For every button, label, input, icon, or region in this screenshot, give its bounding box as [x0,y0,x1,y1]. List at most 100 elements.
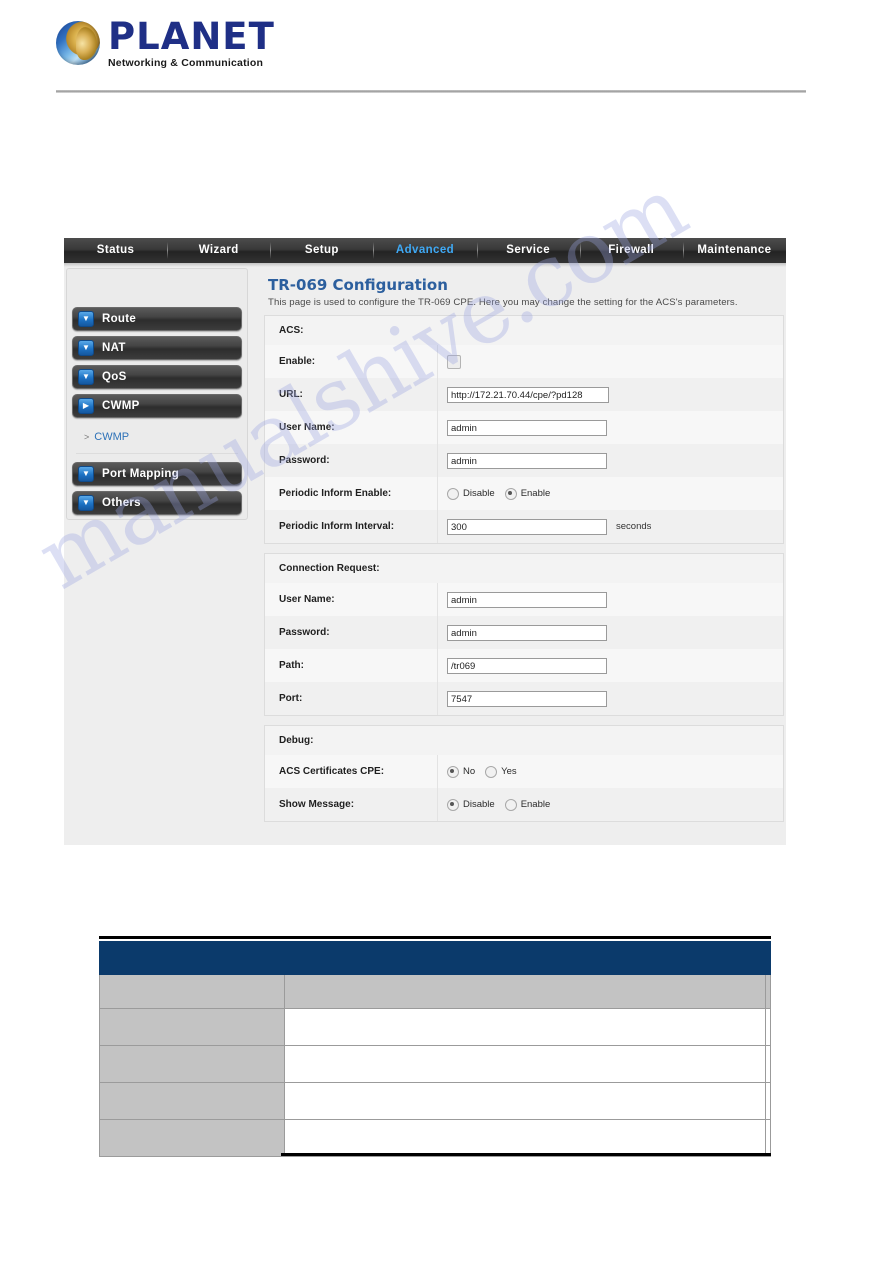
table-cell-label [99,1045,285,1083]
nav-tab-setup[interactable]: Setup [270,238,373,263]
radio-icon-selected[interactable] [504,487,517,500]
acs-group-label: ACS: [265,316,783,345]
brand-tagline: Networking & Communication [108,57,264,69]
acs-enable-checkbox[interactable] [447,354,461,369]
navbar-shadow [64,263,786,267]
logo-text: PLANET Networking & Communication [108,18,275,69]
table-header-cell-1 [99,941,285,975]
table-cell-edge [765,1082,771,1120]
acs-interval-input[interactable]: 300 [447,518,607,535]
sidebar-item-nat[interactable]: ▼ NAT [72,336,242,360]
acs-interval-unit: seconds [616,521,652,532]
radio-label: Disable [463,488,495,499]
debug-acs-cert-yes[interactable]: Yes [485,765,517,778]
table-row [99,1082,771,1120]
debug-acs-cert-no[interactable]: No [447,765,476,778]
table-cell-label [99,1008,285,1046]
globe-icon [56,21,100,66]
nav-tab-status[interactable]: Status [64,238,167,263]
sidebar-menu: ▼ Route ▼ NAT ▼ QoS ▶ CWMP > CWMP ▼ Port… [72,307,242,520]
cr-path-input[interactable]: /tr069 [447,657,607,674]
debug-acs-cert-radio-group[interactable]: No Yes [447,765,517,778]
sidebar: ▼ Route ▼ NAT ▼ QoS ▶ CWMP > CWMP ▼ Port… [66,268,248,520]
acs-url-label: URL: [279,389,303,400]
debug-show-message-radio-group[interactable]: Disable Enable [447,798,550,811]
table-header-cell-edge [765,941,771,975]
sidebar-subitem-cwmp[interactable]: > CWMP [72,423,242,451]
acs-url-row: URL: http://172.21.70.44/cpe/?pd128 [265,378,783,411]
radio-icon-selected[interactable] [447,765,459,778]
sidebar-item-port-mapping[interactable]: ▼ Port Mapping [72,462,242,486]
table-cell-value [284,1082,766,1120]
debug-show-message-enable[interactable]: Enable [504,798,550,811]
debug-show-message-row: Show Message: Disable Enable [265,788,783,821]
chevron-right-small-icon: > [84,432,90,442]
chevron-down-icon: ▼ [78,495,94,511]
cr-username-input[interactable]: admin [447,591,607,608]
chevron-right-icon: ▶ [78,398,94,414]
acs-username-label: User Name: [279,422,335,433]
nav-tab-maintenance[interactable]: Maintenance [682,238,786,263]
table-row [99,974,771,1009]
sidebar-item-cwmp[interactable]: ▶ CWMP [72,394,242,418]
radio-label: Disable [463,799,495,810]
acs-interval-label: Periodic Inform Interval: [279,521,395,532]
table-top-rule [99,936,771,939]
brand-name: PLANET [108,15,275,58]
acs-password-input[interactable]: admin [447,452,607,469]
acs-url-input[interactable]: http://172.21.70.44/cpe/?pd128 [447,386,609,403]
radio-icon[interactable] [447,487,459,500]
sidebar-subitem-label[interactable]: CWMP [94,431,129,443]
acs-periodic-inform-label: Periodic Inform Enable: [279,488,392,499]
acs-username-input[interactable]: admin [447,419,607,436]
cr-password-row: Password: admin [265,616,783,649]
chevron-down-icon: ▼ [78,340,94,356]
cr-password-input[interactable]: admin [447,624,607,641]
chevron-down-icon: ▼ [78,311,94,327]
sidebar-item-label: CWMP [102,400,140,412]
acs-periodic-inform-disable[interactable]: Disable [447,487,495,500]
radio-icon-selected[interactable] [447,798,459,811]
main-content: TR-069 Configuration This page is used t… [264,268,784,831]
debug-acs-cert-label: ACS Certificates CPE: [279,766,385,777]
connection-request-section: Connection Request: User Name: admin Pas… [264,553,784,716]
acs-enable-row: Enable: [265,345,783,378]
nav-tab-firewall[interactable]: Firewall [579,238,683,263]
radio-label: No [463,766,476,777]
table-cell-value [284,1119,766,1157]
radio-label: Yes [501,766,517,777]
cr-port-input[interactable]: 7547 [447,690,607,707]
sidebar-item-route[interactable]: ▼ Route [72,307,242,331]
acs-periodic-inform-row: Periodic Inform Enable: Disable Enable [265,477,783,510]
table-cell-value [284,1008,766,1046]
cr-path-row: Path: /tr069 [265,649,783,682]
table-cell-label [99,1119,285,1157]
nav-tab-wizard[interactable]: Wizard [167,238,270,263]
debug-show-message-disable[interactable]: Disable [447,798,495,811]
radio-icon[interactable] [485,765,498,778]
acs-periodic-inform-enable[interactable]: Enable [504,487,551,500]
nav-tab-service[interactable]: Service [476,238,580,263]
acs-section: ACS: Enable: URL: http://172.21.70.44/cp… [264,315,784,544]
cr-password-label: Password: [279,627,330,638]
radio-icon[interactable] [504,798,517,811]
sidebar-divider [76,453,238,454]
sidebar-item-others[interactable]: ▼ Others [72,491,242,515]
radio-label: Enable [520,488,551,499]
acs-periodic-inform-radio-group[interactable]: Disable Enable [447,487,551,500]
parameter-table [99,941,771,1157]
debug-show-message-label: Show Message: [279,799,355,810]
acs-interval-row: Periodic Inform Interval: 300 seconds [265,510,783,543]
cr-port-row: Port: 7547 [265,682,783,715]
chevron-down-icon: ▼ [78,466,94,482]
main-navigation[interactable]: Status Wizard Setup Advanced Service Fir… [64,238,786,263]
page-title: TR-069 Configuration [268,276,448,294]
sidebar-item-qos[interactable]: ▼ QoS [72,365,242,389]
table-cell-edge [765,1008,771,1046]
nav-tab-advanced[interactable]: Advanced [373,238,476,263]
cr-path-label: Path: [279,660,304,671]
cr-username-label: User Name: [279,594,335,605]
acs-enable-label: Enable: [279,356,316,367]
cr-username-row: User Name: admin [265,583,783,616]
sidebar-item-label: Others [102,497,141,509]
